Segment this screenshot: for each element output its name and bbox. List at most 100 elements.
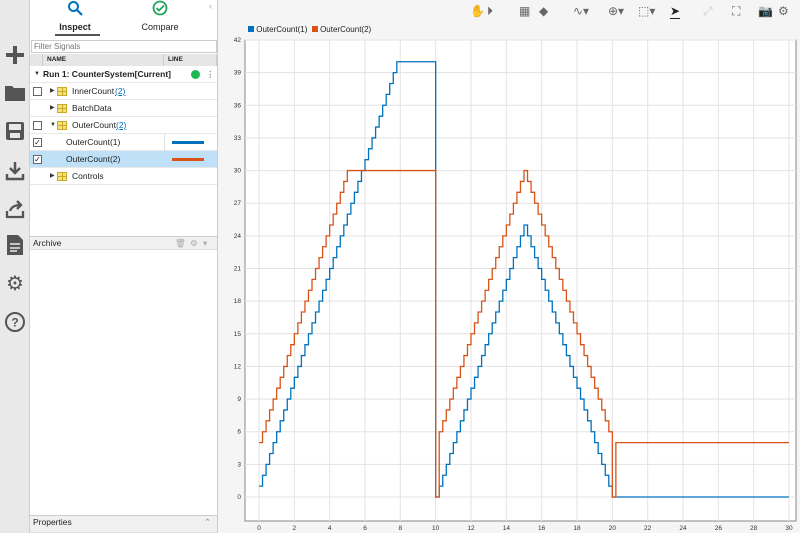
x-tick-label: 0 [257,525,261,532]
x-tick-label: 4 [328,525,332,532]
add-icon[interactable] [3,43,27,67]
archive-header[interactable]: Archive 🗑 ⚙ ▾ [30,236,217,250]
filter-signals-input[interactable] [31,40,217,53]
search-icon [35,0,115,22]
group-icon [57,87,67,96]
signal-row-outercount-2[interactable]: ✓ OuterCount(2) [30,151,217,168]
x-tick-label: 10 [432,525,440,532]
y-tick-label: 33 [234,135,242,142]
x-tick-label: 28 [750,525,758,532]
series-line-2 [259,169,789,498]
y-tick-label: 18 [234,298,242,305]
x-tick-label: 26 [715,525,723,532]
y-tick-label: 12 [234,363,242,370]
help-icon[interactable]: ? [3,310,27,334]
y-tick-label: 39 [234,70,242,77]
x-tick-label: 22 [644,525,652,532]
expand-icon[interactable]: ▶ [50,100,55,117]
x-tick-label: 24 [679,525,687,532]
expand-icon[interactable]: ▶ [50,168,55,185]
checkbox-checked[interactable]: ✓ [33,138,42,147]
checkbox-checked[interactable]: ✓ [33,155,42,164]
legend: OuterCount(1) OuterCount(2) [248,25,371,34]
checkbox[interactable] [33,87,42,96]
x-tick-label: 30 [785,525,793,532]
y-tick-label: 9 [237,396,241,403]
group-icon [57,121,67,130]
legend-label-2[interactable]: OuterCount(2) [320,25,371,34]
collapse-panel-icon[interactable]: ‹ [209,1,212,11]
y-tick-label: 42 [234,37,242,44]
y-tick-label: 36 [234,102,242,109]
name-column-header[interactable]: NAME [43,54,164,66]
y-tick-label: 0 [237,494,241,501]
x-tick-label: 6 [363,525,367,532]
zoom-icon[interactable]: ⊕▾ [608,4,624,18]
eraser-icon[interactable]: ◆ [539,4,548,18]
y-tick-label: 27 [234,200,242,207]
tab-inspect[interactable]: Inspect [35,0,115,38]
archive-menu-icon[interactable]: ▾ [203,237,207,250]
line-column-header[interactable]: LINE [164,54,217,66]
collapse-icon[interactable]: ▼ [34,66,40,83]
expand-up-icon[interactable]: ⌃ [204,516,211,529]
checkbox[interactable] [33,121,42,130]
checkbox-column-header [30,54,43,66]
status-dot [191,70,200,79]
layout-icon[interactable]: ▦ [519,4,530,18]
pan-icon[interactable]: ✋ [470,4,485,18]
y-tick-label: 6 [237,429,241,436]
share-icon[interactable] [3,197,27,221]
legend-swatch-1 [248,26,254,32]
cursor-icon[interactable]: ➤ [670,4,681,19]
legend-label-1[interactable]: OuterCount(1) [256,25,307,34]
chart: 0 2 4 6 8 10 12 14 16 18 20 22 24 26 28 300369121518212… [234,37,797,532]
signals-panel: ‹ Inspect Compare NAME LINE ▼ Run 1: Cou… [30,0,218,533]
x-tick-label: 18 [573,525,581,532]
camera-icon[interactable]: 📷 [758,4,773,18]
tab-compare[interactable]: Compare [120,0,200,38]
line-style-swatch[interactable] [172,141,204,144]
y-tick-label: 24 [234,233,242,240]
document-icon[interactable] [3,233,27,257]
expand-icon[interactable]: ⤢ [703,4,713,19]
collapse-icon[interactable]: ▼ [50,117,56,134]
signal-row-controls[interactable]: ▶ Controls [30,168,217,185]
folder-icon[interactable] [3,81,27,105]
y-tick-label: 3 [237,461,241,468]
left-toolbar: ⚙ ? [0,0,30,533]
settings-icon[interactable]: ⚙ [778,4,789,18]
count-link[interactable]: (2) [115,83,125,100]
save-icon[interactable] [3,119,27,143]
fit-icon[interactable]: ⬚▾ [638,4,655,18]
gear-icon[interactable]: ⚙ [3,271,27,295]
play-icon[interactable]: ⏵ [487,4,493,19]
legend-swatch-2 [311,26,318,32]
download-icon[interactable] [3,159,27,183]
group-icon [57,104,67,113]
fullscreen-icon[interactable]: ⛶ [732,4,740,19]
line-style-swatch[interactable] [172,158,204,161]
x-tick-label: 12 [467,525,475,532]
trash-icon[interactable]: 🗑 [175,237,186,250]
count-link[interactable]: (2) [116,117,126,134]
signal-row-innercount[interactable]: ▶ InnerCount (2) [30,83,217,100]
y-tick-label: 30 [234,168,242,175]
more-options-icon[interactable]: ⋮ [206,66,215,83]
signal-icon[interactable]: ∿▾ [573,4,589,18]
svg-text:?: ? [11,316,18,330]
archive-settings-icon[interactable]: ⚙ [190,237,198,250]
x-tick-label: 8 [399,525,403,532]
signal-row-outercount[interactable]: ▼ OuterCount (2) [30,117,217,134]
properties-header[interactable]: Properties ⌃ [30,515,217,533]
x-tick-label: 16 [538,525,546,532]
expand-icon[interactable]: ▶ [50,83,55,100]
signal-row-outercount-1[interactable]: ✓ OuterCount(1) [30,134,217,151]
x-tick-label: 20 [609,525,617,532]
run-row[interactable]: ▼ Run 1: CounterSystem[Current] ⋮ [30,66,217,83]
y-tick-label: 21 [234,266,242,273]
plot-frame [244,39,797,522]
signal-row-batchdata[interactable]: ▶ BatchData [30,100,217,117]
plot-area: ✋ ⏵ ▦ ◆ ∿▾ ⊕▾ ⬚▾ ➤ ⤢ ⛶ 📷 ⚙ OuterCount(1)… [218,0,800,533]
x-tick-label: 14 [503,525,511,532]
